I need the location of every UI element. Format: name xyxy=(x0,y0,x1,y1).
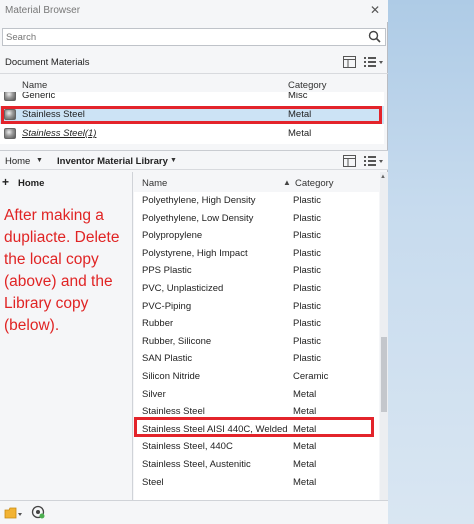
background-area xyxy=(388,0,474,524)
material-name: Stainless Steel xyxy=(142,406,205,418)
lib-material-row[interactable]: Polypropylene Plastic xyxy=(134,227,379,245)
library-bar: Home ▼ Inventor Material Library ▼ xyxy=(0,150,388,170)
document-materials-list: Generic Misc Stainless Steel Metal Stain… xyxy=(0,92,384,144)
lib-material-row[interactable]: Rubber Plastic xyxy=(134,315,379,333)
doc-material-row[interactable]: Stainless Steel Metal xyxy=(0,106,384,124)
create-material-icon[interactable] xyxy=(4,506,24,520)
material-category: Ceramic xyxy=(293,371,329,382)
material-name: Stainless Steel, Austenitic xyxy=(142,459,251,470)
material-name: Stainless Steel AISI 440C, Welded xyxy=(142,423,288,435)
lib-material-row[interactable]: Silicon Nitride Ceramic xyxy=(134,368,379,386)
chevron-down-icon[interactable]: ▼ xyxy=(36,157,43,164)
document-materials-label: Document Materials xyxy=(5,57,90,68)
material-category: Plastic xyxy=(293,265,321,277)
lib-material-row[interactable]: Polystyrene, High Impact Plastic xyxy=(134,245,379,263)
material-category: Metal xyxy=(288,109,312,120)
library-scrollbar[interactable]: ▲ xyxy=(380,172,388,500)
material-name: Silicon Nitride xyxy=(142,371,201,382)
material-category: Metal xyxy=(288,128,312,139)
material-name: Polyethylene, Low Density xyxy=(142,212,254,224)
material-category: Metal xyxy=(293,406,317,418)
library-name[interactable]: Inventor Material Library xyxy=(57,156,168,167)
lib-material-row[interactable]: Stainless Steel, Austenitic Metal xyxy=(134,456,379,474)
material-name: SAN Plastic xyxy=(142,353,193,365)
material-name: Stainless Steel xyxy=(22,109,85,120)
bottom-toolbar xyxy=(0,500,388,524)
lib-material-row[interactable]: Rubber, Silicone Plastic xyxy=(134,333,379,351)
view-options-icon[interactable] xyxy=(364,155,386,167)
material-category: Plastic xyxy=(293,247,321,259)
material-name: PVC-Piping xyxy=(142,300,192,312)
chevron-down-icon[interactable]: ▼ xyxy=(170,157,177,164)
doc-material-row[interactable]: Generic Misc xyxy=(0,92,384,105)
search-input[interactable] xyxy=(3,29,353,45)
lib-material-row[interactable]: Silver Metal xyxy=(134,386,379,404)
material-swatch-icon xyxy=(4,92,16,101)
title-bar: Material Browser ✕ xyxy=(0,0,388,22)
material-name: Generic xyxy=(22,92,56,101)
material-editor-icon[interactable] xyxy=(31,505,45,519)
scrollbar-thumb[interactable] xyxy=(381,337,387,412)
home-button[interactable]: Home xyxy=(5,156,30,167)
view-options-icon[interactable] xyxy=(364,56,386,68)
lib-material-row[interactable]: Stainless Steel Metal xyxy=(134,403,379,421)
material-category: Plastic xyxy=(293,300,321,312)
expand-icon[interactable]: + xyxy=(2,175,9,189)
lib-material-row[interactable]: PPS Plastic Plastic xyxy=(134,262,379,280)
material-category: Metal xyxy=(293,388,317,400)
material-category: Misc xyxy=(288,92,308,101)
lib-material-row[interactable]: Stainless Steel AISI 440C, Welded Metal xyxy=(134,421,379,439)
annotation-text: After making a dupliacte. Delete the loc… xyxy=(4,207,120,334)
lib-material-row[interactable]: Stainless Steel, 440C Metal xyxy=(134,438,379,456)
material-name: PVC, Unplasticized xyxy=(142,283,224,294)
doc-material-row[interactable]: Stainless Steel(1) Metal xyxy=(0,125,384,143)
material-category: Plastic xyxy=(293,230,321,242)
lib-material-row[interactable]: SAN Plastic Plastic xyxy=(134,350,379,368)
tree-item-home[interactable]: Home xyxy=(18,178,44,189)
material-swatch-icon xyxy=(4,109,16,120)
material-name: Polypropylene xyxy=(142,230,203,242)
show-hide-library-tree-icon[interactable] xyxy=(343,155,357,167)
material-browser-panel: Material Browser ✕ Document Materials Na… xyxy=(0,0,388,524)
material-category: Plastic xyxy=(293,283,321,294)
material-name: Steel xyxy=(142,476,164,488)
material-swatch-icon xyxy=(4,128,16,139)
scroll-up-icon[interactable]: ▲ xyxy=(380,174,386,180)
material-category: Metal xyxy=(293,476,317,488)
material-name: Polyethylene, High Density xyxy=(142,195,256,206)
library-tree: + Home After making a dupliacte. Delete … xyxy=(0,172,133,500)
material-name: PPS Plastic xyxy=(142,265,192,277)
material-category: Plastic xyxy=(293,335,321,347)
material-name: Polystyrene, High Impact xyxy=(142,247,248,259)
lib-material-row[interactable]: PVC-Piping Plastic xyxy=(134,298,379,316)
material-category: Plastic xyxy=(293,318,321,330)
search-box xyxy=(2,28,386,46)
close-icon[interactable]: ✕ xyxy=(370,3,380,17)
library-materials-list: Polyethylene, High Density Plastic Polyet… xyxy=(134,192,379,500)
search-icon[interactable] xyxy=(368,30,381,43)
material-name: Silver xyxy=(142,388,166,400)
lib-material-row[interactable]: PVC, Unplasticized Plastic xyxy=(134,280,379,298)
document-materials-header: Document Materials xyxy=(0,50,388,74)
material-category: Metal xyxy=(293,423,317,435)
material-name: Rubber xyxy=(142,318,174,330)
window-title: Material Browser xyxy=(5,5,81,16)
material-name: Stainless Steel(1) xyxy=(22,128,97,139)
material-category: Plastic xyxy=(293,212,321,224)
material-category: Plastic xyxy=(293,353,321,365)
material-name: Rubber, Silicone xyxy=(142,335,212,347)
sort-ascending-icon: ▲ xyxy=(283,178,291,187)
material-category: Plastic xyxy=(293,195,321,206)
show-hide-library-tree-icon[interactable] xyxy=(343,56,357,68)
material-name: Stainless Steel, 440C xyxy=(142,441,233,453)
lib-material-row[interactable]: Steel Metal xyxy=(134,474,379,492)
material-category: Metal xyxy=(293,441,317,453)
lib-material-row[interactable]: Polyethylene, High Density Plastic xyxy=(134,192,379,210)
material-category: Metal xyxy=(293,459,317,470)
lib-material-row[interactable]: Polyethylene, Low Density Plastic xyxy=(134,210,379,228)
